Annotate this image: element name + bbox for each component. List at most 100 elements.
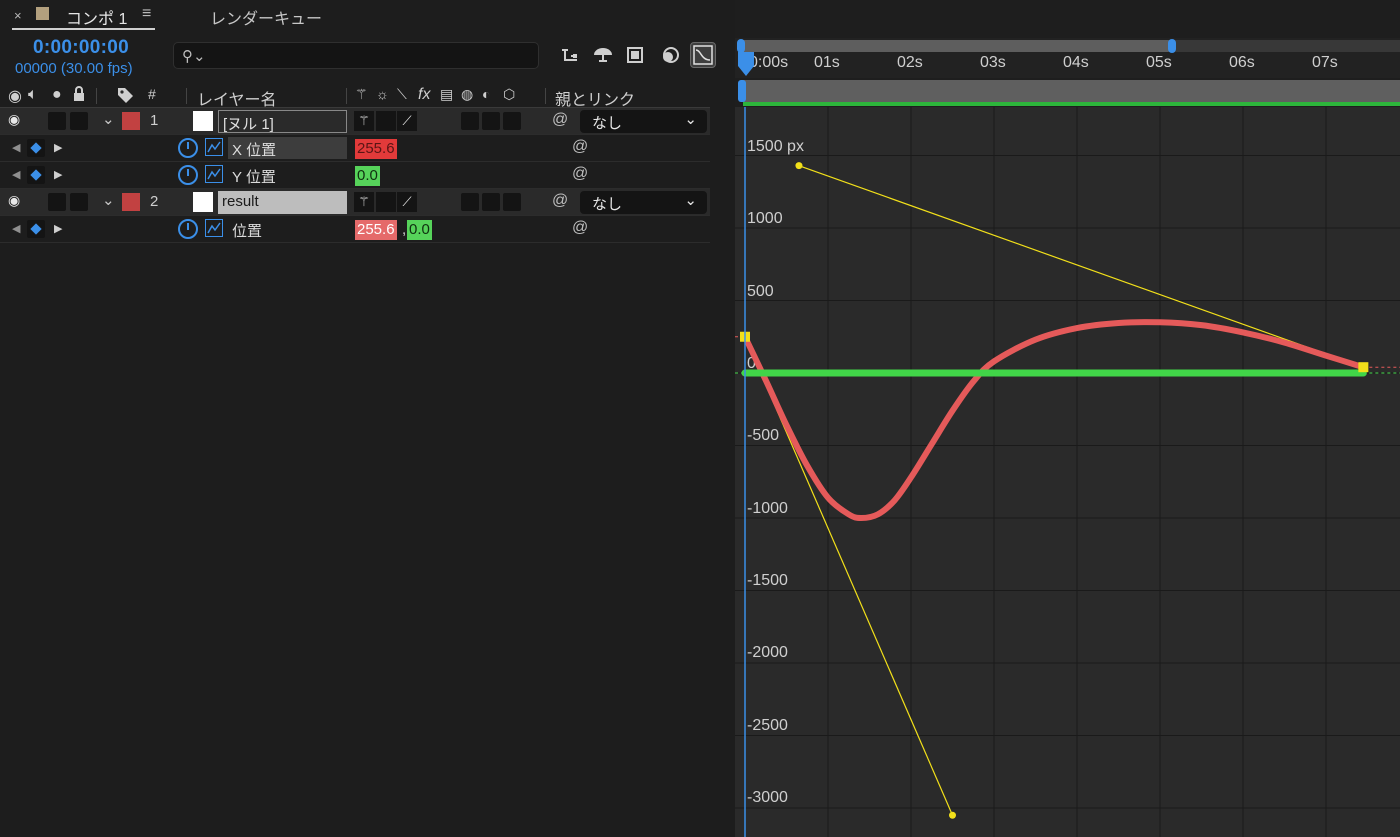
prev-keyframe-icon[interactable]: ◀	[12, 141, 20, 154]
switch-motion-blur-icon[interactable]: ◍	[461, 86, 473, 103]
layer-label-color[interactable]	[122, 112, 140, 130]
position-y-value[interactable]: 0.0	[407, 220, 432, 240]
graph-background	[735, 107, 1400, 837]
pick-whip-icon[interactable]: @	[552, 192, 568, 210]
tab-render-queue[interactable]: レンダーキュー	[210, 5, 322, 29]
keyframe-toggle-icon[interactable]	[27, 139, 45, 157]
pick-whip-icon[interactable]: @	[572, 219, 588, 237]
layer-number-header: #	[148, 86, 156, 102]
layer-name-field[interactable]: result	[218, 191, 347, 214]
graph-toggle-icon[interactable]	[205, 138, 223, 156]
value-graph[interactable]: 1500 px 1000 500 0 -500 -1000 -1500 -200…	[735, 107, 1400, 837]
video-visibility-icon[interactable]: ◉	[8, 86, 22, 106]
y-position-value[interactable]: 0.0	[355, 166, 380, 186]
search-input[interactable]: ⚲⌄	[173, 42, 539, 69]
audio-toggle[interactable]	[48, 112, 66, 130]
ruler-label: 03s	[980, 54, 1006, 71]
stopwatch-icon[interactable]	[178, 165, 198, 185]
solo-icon[interactable]: ●	[52, 86, 62, 104]
property-row-position[interactable]: ◀ ▶ 位置 255.6 , 0.0 @	[0, 216, 710, 243]
solo-toggle[interactable]	[70, 112, 88, 130]
chevron-down-icon: ⌄	[684, 192, 697, 209]
eye-icon[interactable]: ◉	[8, 111, 20, 128]
stopwatch-icon[interactable]	[178, 138, 198, 158]
shy-switch-icon[interactable]: ⚚	[354, 192, 374, 212]
tab-comp-1[interactable]: コンポ 1	[66, 5, 127, 29]
layer-row-2[interactable]: ◉ ⌄ 2 result ⚚ ⟋ @ なし ⌄	[0, 189, 710, 216]
pick-whip-icon[interactable]: @	[572, 138, 588, 156]
frame-blending-icon[interactable]	[623, 42, 649, 68]
position-x-value[interactable]: 255.6	[355, 220, 397, 240]
switch-frame-blend-icon[interactable]: ▤	[440, 86, 453, 103]
layer-duration-bar[interactable]	[743, 80, 1400, 102]
graph-editor-toggle-icon[interactable]	[690, 42, 716, 68]
quality-switch-icon[interactable]: ⟋	[397, 111, 417, 131]
duration-start-handle[interactable]	[738, 80, 746, 102]
prev-keyframe-icon[interactable]: ◀	[12, 168, 20, 181]
property-name: X 位置	[228, 137, 347, 159]
prev-keyframe-icon[interactable]: ◀	[12, 222, 20, 235]
parent-dropdown[interactable]: なし ⌄	[580, 110, 707, 133]
collapse-switch[interactable]	[376, 111, 396, 131]
current-time-display[interactable]: 0:00:00:00	[33, 37, 129, 59]
timeline-layer-panel: × コンポ 1 ≡ レンダーキュー 0:00:00:00 00000 (30.0…	[0, 0, 735, 837]
switch-shy-icon[interactable]: ⚚	[355, 86, 368, 103]
y-axis-label: 1000	[747, 210, 783, 227]
layer-number: 2	[150, 193, 159, 210]
shy-layers-icon[interactable]	[590, 42, 616, 68]
work-area-start-handle[interactable]	[737, 39, 745, 53]
adjustment-switch[interactable]	[482, 112, 500, 130]
stopwatch-icon[interactable]	[178, 219, 198, 239]
solo-toggle[interactable]	[70, 193, 88, 211]
expand-chevron-icon[interactable]: ⌄	[102, 191, 115, 209]
property-row-y-position[interactable]: ◀ ▶ Y 位置 0.0 @	[0, 162, 710, 189]
switch-adjustment-icon[interactable]: ◐	[482, 86, 490, 102]
parent-dropdown[interactable]: なし ⌄	[580, 191, 707, 214]
work-area-bar[interactable]	[741, 40, 1171, 52]
layer-name-field[interactable]: [ヌル 1]	[218, 110, 347, 133]
layer-source-swatch	[193, 192, 213, 212]
next-keyframe-icon[interactable]: ▶	[54, 168, 62, 181]
graph-toggle-icon[interactable]	[205, 165, 223, 183]
switch-collapse-icon[interactable]: ☼	[376, 86, 389, 102]
panel-menu-icon[interactable]: ≡	[142, 5, 151, 23]
frame-count-fps: 00000 (30.00 fps)	[15, 60, 133, 77]
quality-switch-icon[interactable]: ⟋	[397, 192, 417, 212]
close-tab-icon[interactable]: ×	[14, 8, 22, 23]
pick-whip-icon[interactable]: @	[552, 111, 568, 129]
expand-chevron-icon[interactable]: ⌄	[102, 110, 115, 128]
label-tag-icon[interactable]	[116, 86, 134, 109]
switch-quality-icon[interactable]: ⟍	[397, 86, 407, 103]
graph-toggle-icon[interactable]	[205, 219, 223, 237]
keyframe-toggle-icon[interactable]	[27, 166, 45, 184]
eye-icon[interactable]: ◉	[8, 192, 20, 209]
motion-blur-switch[interactable]	[461, 193, 479, 211]
switch-3d-icon[interactable]: ⬡	[503, 86, 515, 103]
column-divider	[96, 88, 97, 104]
3d-switch[interactable]	[503, 193, 521, 211]
x-position-value[interactable]: 255.6	[355, 139, 397, 159]
layer-row-1[interactable]: ◉ ⌄ 1 [ヌル 1] ⚚ ⟋ @ なし ⌄	[0, 108, 710, 135]
3d-switch[interactable]	[503, 112, 521, 130]
lock-icon[interactable]	[72, 86, 86, 107]
adjustment-switch[interactable]	[482, 193, 500, 211]
audio-icon[interactable]: 🔈︎	[28, 86, 38, 104]
pick-whip-icon[interactable]: @	[572, 165, 588, 183]
motion-blur-switch[interactable]	[461, 112, 479, 130]
parent-link-header[interactable]: 親とリンク	[555, 86, 635, 110]
switch-fx-icon[interactable]: fx	[418, 86, 430, 104]
layer-label-color[interactable]	[122, 193, 140, 211]
y-axis-label: -500	[747, 427, 779, 444]
collapse-switch[interactable]	[376, 192, 396, 212]
property-row-x-position[interactable]: ◀ ▶ X 位置 255.6 @	[0, 135, 710, 162]
comp-flowchart-icon[interactable]	[557, 42, 583, 68]
audio-toggle[interactable]	[48, 193, 66, 211]
next-keyframe-icon[interactable]: ▶	[54, 141, 62, 154]
work-area-end-handle[interactable]	[1168, 39, 1176, 53]
shy-switch-icon[interactable]: ⚚	[354, 111, 374, 131]
layer-name-header[interactable]: レイヤー名	[197, 86, 277, 110]
playhead-marker-icon[interactable]	[737, 52, 755, 80]
motion-blur-icon[interactable]	[657, 42, 683, 68]
next-keyframe-icon[interactable]: ▶	[54, 222, 62, 235]
keyframe-toggle-icon[interactable]	[27, 220, 45, 238]
